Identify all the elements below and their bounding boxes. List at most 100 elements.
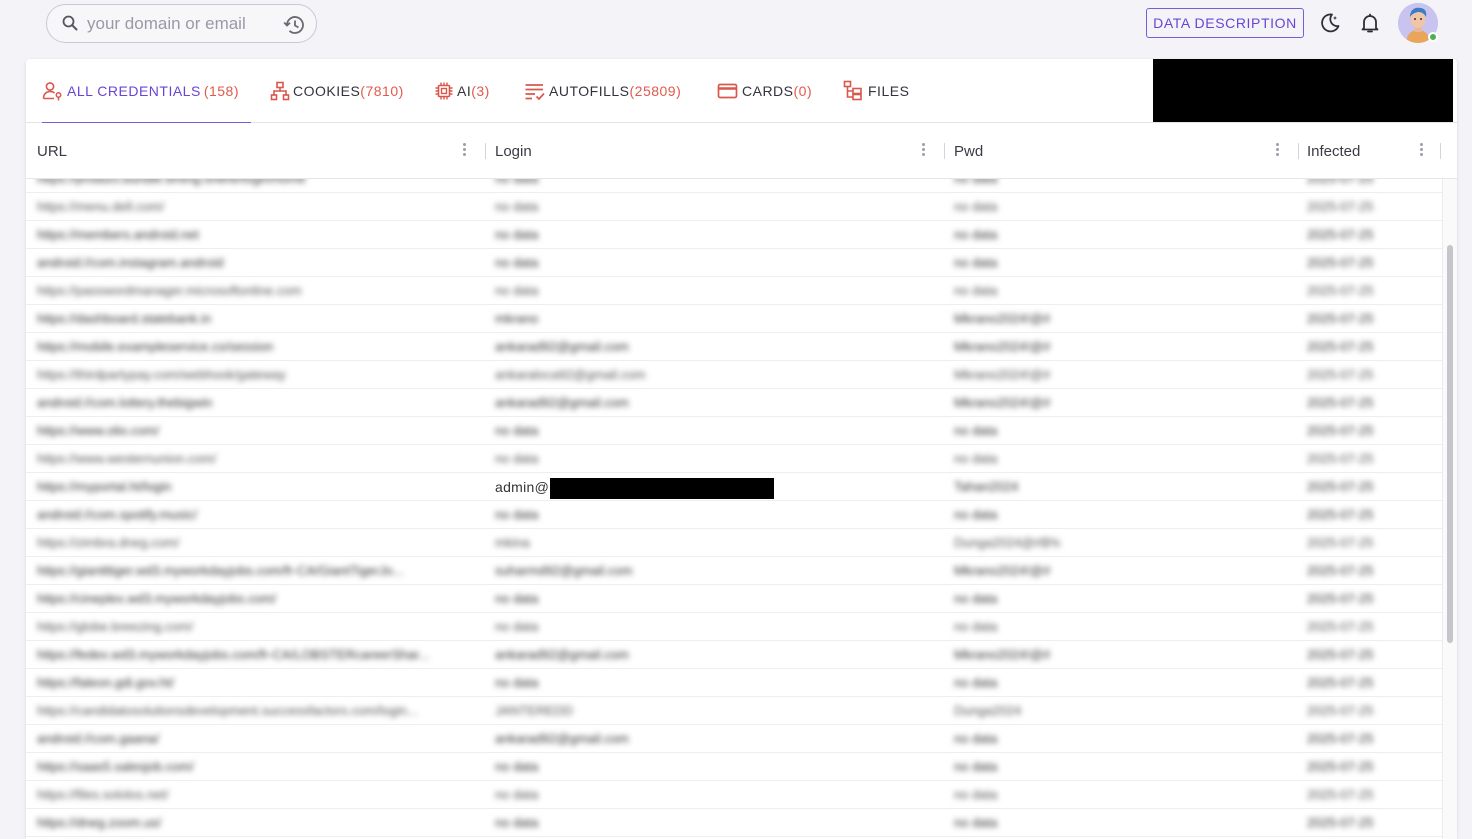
- table-row[interactable]: https://mobile.exampleservice.co/session…: [26, 333, 1442, 361]
- table-row[interactable]: android://com.gaana/ankarad92@gmail.com n…: [26, 725, 1442, 753]
- cell-pwd: Dunga2024@#$%: [954, 535, 1061, 550]
- tab-all-credentials-label: ALL CREDENTIALS: [67, 83, 201, 99]
- column-menu-pwd[interactable]: [1276, 143, 1280, 159]
- cell-url: https://dashboard.statebank.in: [37, 311, 212, 326]
- table-row[interactable]: https://thirdpartypay.com/webhook/gatewa…: [26, 361, 1442, 389]
- table-row[interactable]: https://www.olio.com/no data no data 2025-…: [26, 417, 1442, 445]
- cell-pwd: no data: [954, 507, 998, 522]
- table-row[interactable]: android://com.lottery.thebigwin ankarad92…: [26, 389, 1442, 417]
- cell-url: https://myportal.ht/login: [37, 479, 172, 494]
- search-input[interactable]: [87, 12, 277, 36]
- table-row[interactable]: https://zimbra.dneg.com/mkina Dunga2024@#…: [26, 529, 1442, 557]
- table-row[interactable]: https://candidatosolutionsdevelopment.su…: [26, 697, 1442, 725]
- table-row[interactable]: https://saas5.salesjob.com/no data no dat…: [26, 753, 1442, 781]
- tab-bar: ALL CREDENTIALS (158) COOKIES (7810) AI (3): [26, 59, 1457, 124]
- cell-infected: 2025-07-25: [1307, 395, 1374, 410]
- table-row[interactable]: https://files.sololos.net/no data no data…: [26, 781, 1442, 809]
- table-row[interactable]: https://giantttiger.wd3.myworkdayjobs.co…: [26, 557, 1442, 585]
- table-row[interactable]: android://com.instagram.android no data no…: [26, 249, 1442, 277]
- table-row[interactable]: https://globe.breezing.com/no data no dat…: [26, 613, 1442, 641]
- cell-infected: 2025-07-25: [1307, 311, 1374, 326]
- cell-infected: 2025-07-25: [1307, 535, 1374, 550]
- table-row[interactable]: https://dashboard.statebank.in mkrano Mkra…: [26, 305, 1442, 333]
- tab-ai-label: AI: [457, 83, 472, 99]
- cell-infected: 2025-07-25: [1307, 283, 1374, 298]
- cell-url: https://zimbra.dneg.com/: [37, 535, 180, 550]
- column-menu-login[interactable]: [922, 143, 926, 159]
- cell-url: android://com.lottery.thebigwin: [37, 395, 213, 410]
- column-resize-handle[interactable]: [1440, 143, 1441, 159]
- cell-pwd: no data: [954, 451, 998, 466]
- tab-autofills[interactable]: AUTOFILLS (25809): [524, 59, 681, 123]
- column-header-login[interactable]: Login: [495, 123, 532, 179]
- table-row[interactable]: https://faleon.gdi.gov.ht/no data no data…: [26, 669, 1442, 697]
- vertical-scrollbar[interactable]: [1442, 179, 1457, 839]
- cell-pwd: Mkrano2024!@#: [954, 563, 1051, 578]
- tab-cookies[interactable]: COOKIES (7810): [270, 59, 404, 123]
- cell-login: no data: [495, 787, 539, 802]
- search-icon: [62, 15, 78, 31]
- tab-autofills-count: (25809): [629, 83, 682, 99]
- cell-pwd: no data: [954, 591, 998, 606]
- cell-pwd: no data: [954, 759, 998, 774]
- table-row[interactable]: https://product.bundle.timing.online/log…: [26, 179, 1442, 193]
- cell-pwd: no data: [954, 675, 998, 690]
- cell-infected: 2025-07-25: [1307, 619, 1374, 634]
- column-resize-handle[interactable]: [1298, 143, 1299, 159]
- column-menu-url[interactable]: [463, 143, 467, 159]
- scrollbar-thumb[interactable]: [1447, 245, 1453, 643]
- tab-ai-count: (3): [471, 83, 490, 99]
- cell-login: no data: [495, 591, 539, 606]
- cell-login: no data: [495, 675, 539, 690]
- cell-login: suharmd92@gmail.com: [495, 563, 633, 578]
- column-menu-infected[interactable]: [1420, 143, 1424, 159]
- cell-pwd: no data: [954, 179, 1284, 193]
- tab-cards-label: CARDS: [742, 83, 794, 99]
- column-header-infected[interactable]: Infected: [1307, 123, 1360, 179]
- cell-url: https://files.sololos.net/: [37, 787, 169, 802]
- table-row[interactable]: android://com.spotify.music/no data no da…: [26, 501, 1442, 529]
- cell-infected: 2025-07-25: [1307, 759, 1374, 774]
- redaction-block: [1153, 59, 1453, 122]
- bell-icon[interactable]: [1359, 12, 1381, 34]
- column-resize-handle[interactable]: [485, 143, 486, 159]
- column-header-url[interactable]: URL: [37, 123, 67, 179]
- cell-pwd: Mkrano2024!@#: [954, 647, 1051, 662]
- cookie-network-icon: [270, 81, 290, 101]
- cell-infected: 2025-07-25: [1307, 367, 1374, 382]
- cell-infected: 2025-07-25: [1307, 451, 1374, 466]
- column-resize-handle[interactable]: [944, 143, 945, 159]
- table-row[interactable]: https://menu.dell.com/no data no data 2025…: [26, 193, 1442, 221]
- table-row[interactable]: https://passwordmanager.microsoftonline.…: [26, 277, 1442, 305]
- cell-pwd: Mkrano2024!@#: [954, 339, 1051, 354]
- cell-pwd: Mkrano2024!@#: [954, 395, 1051, 410]
- history-icon[interactable]: [283, 15, 305, 35]
- cell-url: https://globe.breezing.com/: [37, 619, 194, 634]
- cell-infected: 2025-07-25: [1307, 507, 1374, 522]
- table-header: URL Login Pwd Infected: [26, 123, 1457, 179]
- credit-card-icon: [717, 83, 738, 99]
- cell-infected: 2025-07-25: [1307, 255, 1374, 270]
- redaction-block: [550, 478, 774, 499]
- tab-files[interactable]: FILES: [843, 59, 909, 123]
- table-row[interactable]: https://fedex.wd3.myworkdayjobs.com/fr-C…: [26, 641, 1442, 669]
- cell-infected: 2025-07-25: [1307, 675, 1374, 690]
- moon-icon[interactable]: [1319, 12, 1341, 34]
- cell-url: https://cineplex.wd3.myworkdayjobs.com/: [37, 591, 277, 606]
- cell-infected: 2025-07-25: [1307, 339, 1374, 354]
- data-description-button[interactable]: DATA DESCRIPTION: [1146, 8, 1304, 38]
- tab-cards[interactable]: CARDS (0): [717, 59, 812, 123]
- tab-ai[interactable]: AI (3): [434, 59, 490, 123]
- table-row[interactable]: https://members.android.net no data no dat…: [26, 221, 1442, 249]
- table-row[interactable]: https://myportal.ht/login admin@ Tahan2024…: [26, 473, 1442, 501]
- table-row[interactable]: https://dneg.zoom.us/no data no data 2025-…: [26, 809, 1442, 837]
- cell-login: no data: [495, 451, 539, 466]
- cell-infected: 2025-07-25: [1307, 479, 1374, 494]
- cell-login: no data: [495, 619, 539, 634]
- search-box[interactable]: [46, 4, 317, 43]
- column-header-pwd[interactable]: Pwd: [954, 123, 983, 179]
- tab-all-credentials[interactable]: ALL CREDENTIALS (158): [42, 59, 251, 124]
- table-row[interactable]: https://www.westernunion.com/no data no d…: [26, 445, 1442, 473]
- table-row[interactable]: https://cineplex.wd3.myworkdayjobs.com/n…: [26, 585, 1442, 613]
- cell-url: https://passwordmanager.microsoftonline.…: [37, 283, 302, 298]
